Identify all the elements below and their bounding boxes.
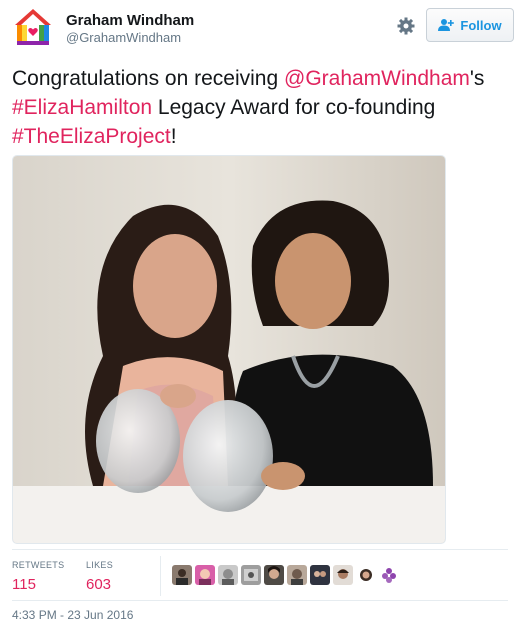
stat-separator [160,556,161,596]
follow-label: Follow [460,17,502,33]
text-segment: Legacy Award for co-founding [152,96,436,119]
hashtag-link[interactable]: #TheElizaProject [12,125,171,148]
tweet-timestamp[interactable]: 4:33 PM - 23 Jun 2016 [12,608,133,622]
tweet-header: Graham Windham @GrahamWindham Follow [12,6,514,48]
retweets-label: RETWEETS [12,560,65,570]
retweets-stat[interactable]: RETWEETS 115 [12,560,64,593]
user-handle[interactable]: @GrahamWindham [66,30,181,45]
text-segment: ! [170,125,177,148]
liker-avatar[interactable] [218,565,238,585]
likes-count: 603 [86,576,112,593]
retweets-count: 115 [12,576,36,593]
gear-icon[interactable] [396,16,416,36]
liker-avatar[interactable] [333,565,353,585]
tweet-photo[interactable] [12,155,446,544]
liker-avatar[interactable] [195,565,215,585]
text-segment: Congratulations on receiving [12,67,284,90]
liker-avatar[interactable] [287,565,307,585]
liker-avatar[interactable] [379,565,399,585]
follow-button[interactable]: Follow [426,8,514,42]
mention-link[interactable]: @GrahamWindham [284,67,470,90]
avatar[interactable] [12,6,54,48]
divider [12,600,508,601]
liker-avatar[interactable] [172,565,192,585]
display-name[interactable]: Graham Windham [66,12,194,29]
liker-avatar[interactable] [264,565,284,585]
likers-row [172,565,399,585]
liker-avatar[interactable] [356,565,376,585]
liker-avatar[interactable] [310,565,330,585]
likes-stat[interactable]: LIKES 603 [86,560,113,593]
add-user-icon [438,19,455,31]
liker-avatar[interactable] [241,565,261,585]
text-segment: 's [469,67,485,90]
divider [12,549,508,550]
likes-label: LIKES [86,560,114,570]
hashtag-link[interactable]: #ElizaHamilton [12,96,152,119]
tweet-text: Congratulations on receiving @GrahamWind… [12,64,508,151]
